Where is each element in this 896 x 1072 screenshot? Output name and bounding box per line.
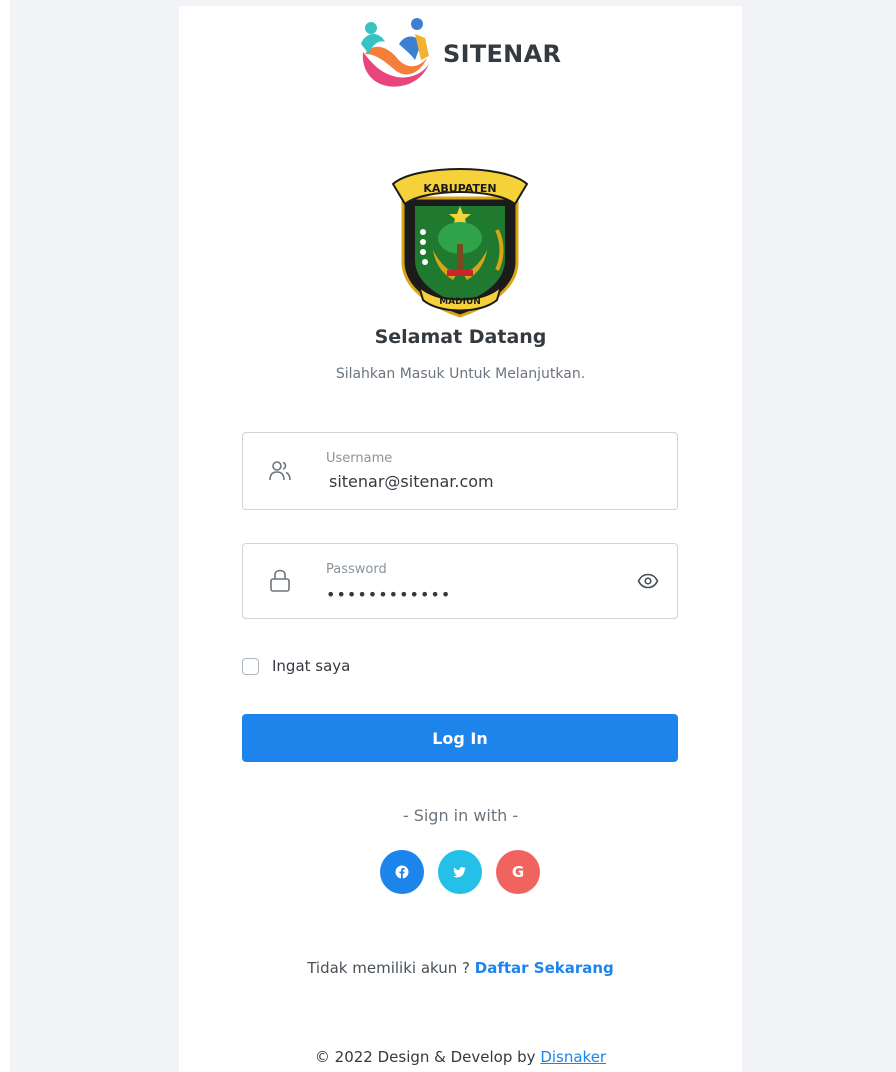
kabupaten-madiun-emblem-icon: KABUPATEN MADIUN bbox=[391, 168, 529, 318]
welcome-title: Selamat Datang bbox=[374, 326, 547, 348]
username-field[interactable]: Username sitenar@sitenar.com bbox=[242, 432, 678, 510]
footer-link[interactable]: Disnaker bbox=[540, 1048, 606, 1066]
username-input[interactable]: sitenar@sitenar.com bbox=[329, 472, 494, 491]
sitenar-logo-icon bbox=[361, 18, 429, 87]
remember-checkbox[interactable] bbox=[242, 657, 259, 675]
sign-in-with-heading: - Sign in with - bbox=[402, 806, 519, 825]
eye-icon[interactable] bbox=[637, 573, 659, 589]
brand: SITENAR bbox=[355, 14, 561, 94]
remember-me[interactable]: Ingat saya bbox=[242, 657, 350, 675]
username-label: Username bbox=[326, 451, 393, 466]
password-label: Password bbox=[326, 562, 387, 577]
left-strip bbox=[0, 0, 10, 1072]
emblem-top-text: KABUPATEN bbox=[423, 182, 496, 195]
footer: © 2022 Design & Develop by Disnaker bbox=[179, 1048, 742, 1066]
facebook-button[interactable] bbox=[380, 850, 424, 894]
lock-icon bbox=[270, 569, 290, 592]
emblem-bottom-text: MADIUN bbox=[439, 297, 481, 307]
register-text: Tidak memiliki akun ? bbox=[307, 959, 475, 977]
password-input[interactable]: •••••••••••• bbox=[326, 585, 451, 604]
brand-name: SITENAR bbox=[443, 40, 562, 68]
remember-label: Ingat saya bbox=[272, 657, 351, 675]
register-prompt: Tidak memiliki akun ? Daftar Sekarang bbox=[179, 959, 742, 977]
social-buttons: G bbox=[380, 850, 540, 894]
twitter-icon bbox=[453, 867, 466, 878]
facebook-icon bbox=[395, 865, 409, 879]
welcome-subtitle: Silahkan Masuk Untuk Melanjutkan. bbox=[335, 366, 586, 382]
google-icon: G bbox=[511, 863, 525, 881]
register-link[interactable]: Daftar Sekarang bbox=[475, 959, 614, 977]
login-card: SITENAR KABUPATEN MADIUN Selamat Datang … bbox=[179, 6, 742, 1072]
google-button[interactable]: G bbox=[496, 850, 540, 894]
twitter-button[interactable] bbox=[438, 850, 482, 894]
password-field[interactable]: Password •••••••••••• bbox=[242, 543, 678, 619]
user-icon bbox=[269, 461, 291, 481]
login-button[interactable]: Log In bbox=[242, 714, 678, 762]
footer-text: © 2022 Design & Develop by bbox=[314, 1048, 541, 1066]
